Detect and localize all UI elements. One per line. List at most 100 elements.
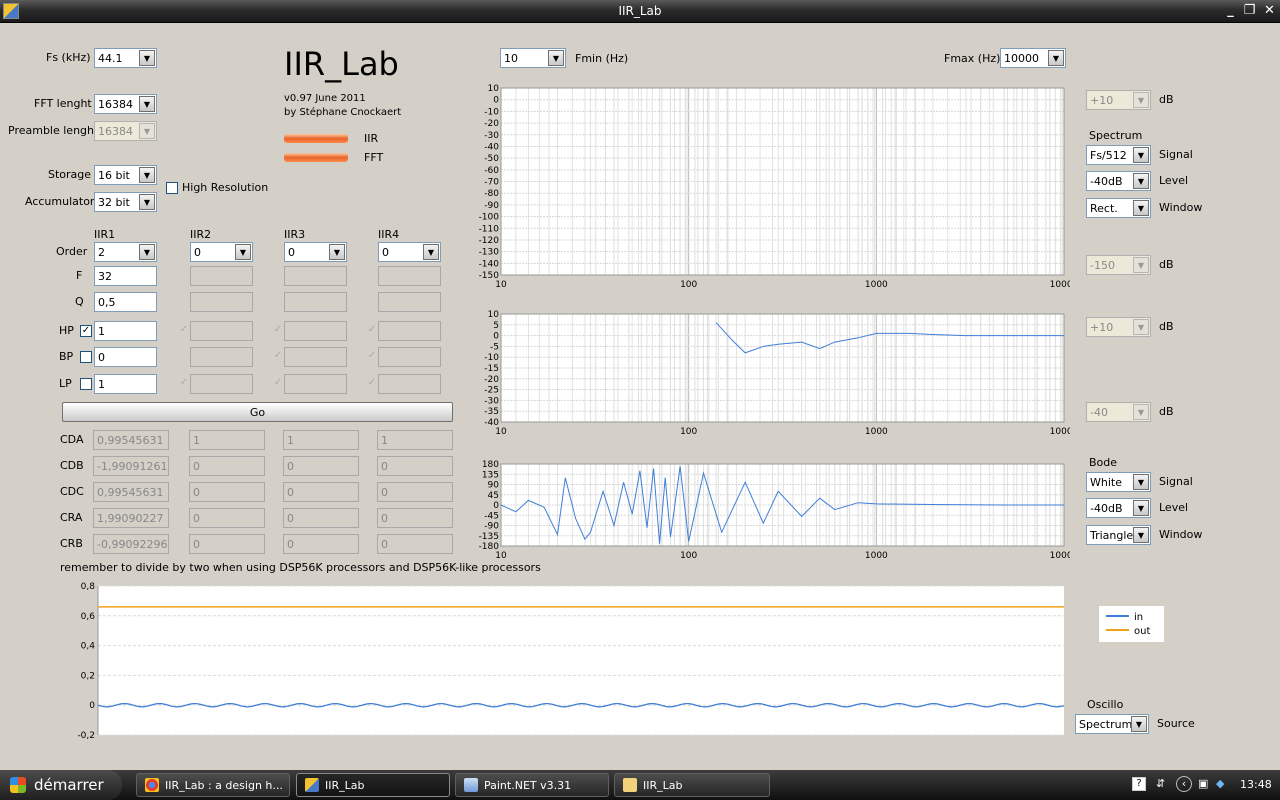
- coefficient-field: 0: [189, 508, 265, 528]
- spectrum-plot-y-tick: -110: [479, 224, 500, 234]
- order-select[interactable]: 2 ▼: [94, 242, 157, 262]
- hp-checkbox[interactable]: ✓: [80, 325, 92, 337]
- help-icon[interactable]: ?: [1132, 777, 1146, 791]
- storage-select[interactable]: 16 bit ▼: [94, 165, 157, 185]
- bp-input: [190, 347, 253, 367]
- lp-checkbox[interactable]: [80, 378, 92, 390]
- accumulator-select[interactable]: 32 bit ▼: [94, 192, 157, 212]
- spectrum-level-value: -40dB: [1090, 175, 1123, 188]
- hp-label: HP: [59, 324, 74, 337]
- maximize-icon[interactable]: ❐: [1241, 3, 1258, 20]
- spectrum-signal-select[interactable]: Fs/512 ▼: [1086, 145, 1151, 165]
- q-input[interactable]: 0,5: [94, 292, 157, 312]
- bode-magnitude-plot-x-tick: 1000: [865, 427, 888, 437]
- paintnet-icon: [464, 778, 478, 792]
- bp-label: BP: [59, 350, 74, 363]
- bode-phase-plot-y-tick: 0: [493, 501, 499, 511]
- chevron-down-icon[interactable]: ▼: [1133, 527, 1149, 543]
- accumulator-value: 32 bit: [98, 196, 130, 209]
- chevron-down-icon[interactable]: ▼: [235, 244, 251, 260]
- f-input[interactable]: 32: [94, 266, 157, 286]
- plot2-bottom-select: -40 ▼: [1086, 402, 1151, 422]
- order-select[interactable]: 0 ▼: [378, 242, 441, 262]
- coefficient-field: -0,99092296: [93, 534, 169, 554]
- fft-length-select[interactable]: 16384 ▼: [94, 94, 157, 114]
- minimize-icon[interactable]: _: [1222, 3, 1239, 20]
- high-resolution-checkbox[interactable]: [166, 182, 178, 194]
- dropbox-icon[interactable]: ◆: [1216, 777, 1224, 790]
- oscillo-y-tick: 0,8: [81, 582, 96, 592]
- chevron-left-icon[interactable]: ‹: [1176, 776, 1192, 792]
- plot2-top-value: +10: [1090, 321, 1114, 334]
- fs-select[interactable]: 44.1 ▼: [94, 48, 157, 68]
- coefficient-label: CDC: [60, 485, 84, 498]
- bp-input[interactable]: 0: [94, 347, 157, 367]
- network-icon[interactable]: ⇵: [1156, 777, 1165, 790]
- bode-phase-plot-x-tick: 100: [680, 551, 697, 561]
- start-label: démarrer: [34, 776, 104, 794]
- fft-length-label: FFT lenght: [34, 97, 92, 110]
- coefficient-label: CDB: [60, 459, 84, 472]
- chevron-down-icon[interactable]: ▼: [1133, 147, 1149, 163]
- coefficient-field: 1,99090227: [93, 508, 169, 528]
- chevron-down-icon[interactable]: ▼: [139, 194, 155, 210]
- bode-phase-plot-x-tick: 10: [495, 551, 507, 561]
- order-select[interactable]: 0 ▼: [190, 242, 253, 262]
- chevron-down-icon[interactable]: ▼: [423, 244, 439, 260]
- oscillo-y-tick: 0: [89, 701, 95, 711]
- fmin-value: 10: [504, 52, 518, 65]
- task-paintnet[interactable]: Paint.NET v3.31: [455, 773, 609, 797]
- spectrum-window-select[interactable]: Rect. ▼: [1086, 198, 1151, 218]
- author-text: by Stéphane Cnockaert: [284, 107, 402, 118]
- start-button[interactable]: démarrer: [0, 770, 122, 800]
- fmax-label: Fmax (Hz): [944, 52, 1001, 65]
- coefficient-label: CRB: [60, 537, 83, 550]
- chevron-down-icon[interactable]: ▼: [139, 167, 155, 183]
- go-button[interactable]: Go: [62, 402, 453, 422]
- task-folder[interactable]: IIR_Lab: [614, 773, 770, 797]
- task-browser[interactable]: IIR_Lab : a design h...: [136, 773, 290, 797]
- fmin-select[interactable]: 10 ▼: [500, 48, 566, 68]
- close-icon[interactable]: ✕: [1261, 3, 1278, 20]
- bode-magnitude-plot-y-tick: -15: [484, 364, 499, 374]
- hp-input[interactable]: 1: [94, 321, 157, 341]
- chevron-down-icon[interactable]: ▼: [329, 244, 345, 260]
- spectrum-level-select[interactable]: -40dB ▼: [1086, 171, 1151, 191]
- chevron-down-icon[interactable]: ▼: [1048, 50, 1064, 66]
- bode-level-select[interactable]: -40dB ▼: [1086, 498, 1151, 518]
- chevron-down-icon: ▼: [1133, 319, 1149, 335]
- bode-magnitude-plot-y-tick: -30: [484, 396, 499, 406]
- chevron-down-icon[interactable]: ▼: [1133, 500, 1149, 516]
- bode-phase-plot-y-tick: 45: [488, 491, 499, 501]
- fmax-select[interactable]: 10000 ▼: [1000, 48, 1066, 68]
- order-label: Order: [56, 245, 88, 258]
- lp-input[interactable]: 1: [94, 374, 157, 394]
- spectrum-plot-y-tick: -140: [479, 259, 500, 269]
- task-browser-label: IIR_Lab : a design h...: [165, 779, 283, 792]
- coefficient-label: CRA: [60, 511, 83, 524]
- order-select[interactable]: 0 ▼: [284, 242, 347, 262]
- db-label-3: dB: [1159, 320, 1174, 333]
- chevron-down-icon[interactable]: ▼: [1131, 716, 1147, 732]
- oscillo-legend: [1099, 606, 1164, 642]
- monitor-icon[interactable]: ▣: [1198, 777, 1208, 790]
- chevron-down-icon[interactable]: ▼: [139, 96, 155, 112]
- chevron-down-icon[interactable]: ▼: [1133, 474, 1149, 490]
- chevron-down-icon[interactable]: ▼: [548, 50, 564, 66]
- bode-signal-select[interactable]: White ▼: [1086, 472, 1151, 492]
- spectrum-plot-x-tick: 10: [495, 280, 507, 290]
- bode-phase-plot-x-tick: 10000: [1050, 551, 1070, 561]
- f-label: F: [76, 269, 83, 282]
- oscillo-source-select[interactable]: Spectrum ▼: [1075, 714, 1149, 734]
- bode-window-value: Triangle: [1090, 529, 1134, 542]
- bode-window-select[interactable]: Triangle ▼: [1086, 525, 1151, 545]
- chevron-down-icon[interactable]: ▼: [139, 50, 155, 66]
- bp-checkbox[interactable]: [80, 351, 92, 363]
- dsp-note: remember to divide by two when using DSP…: [60, 561, 541, 574]
- task-iirlab[interactable]: IIR_Lab: [296, 773, 450, 797]
- chevron-down-icon[interactable]: ▼: [1133, 200, 1149, 216]
- folder-icon: [623, 778, 637, 792]
- chevron-down-icon[interactable]: ▼: [1133, 173, 1149, 189]
- chevron-down-icon[interactable]: ▼: [139, 244, 155, 260]
- clock[interactable]: 13:48: [1240, 778, 1272, 791]
